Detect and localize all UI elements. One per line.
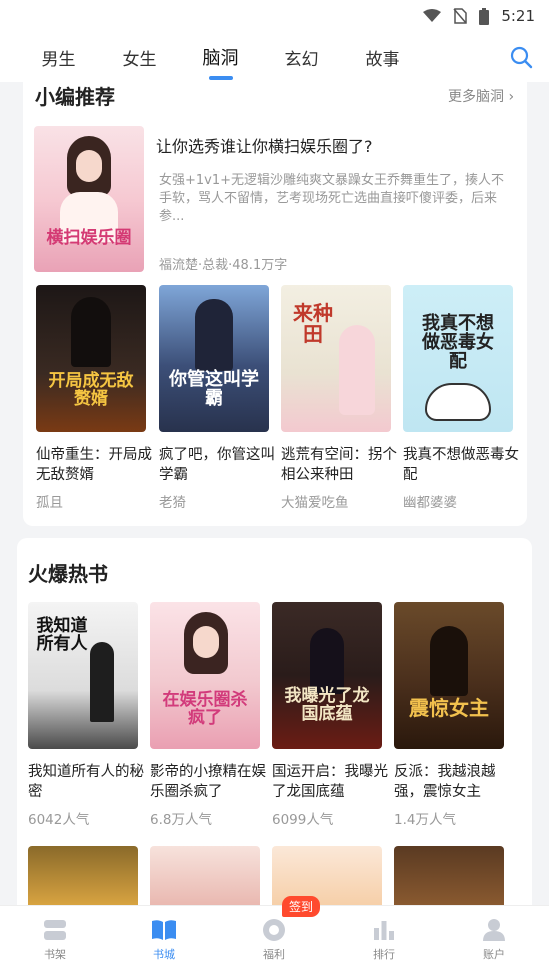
- nav-label: 书架: [44, 948, 66, 961]
- sign-in-badge[interactable]: 签到: [282, 896, 321, 917]
- featured-book-cover[interactable]: 横扫娱乐圈: [34, 126, 144, 272]
- coin-icon: [263, 919, 285, 941]
- book-popularity: 6042人气: [28, 812, 90, 828]
- book-cover[interactable]: [394, 846, 504, 906]
- book-author: 幽都婆婆: [403, 495, 457, 511]
- book-title[interactable]: 逃荒有空间：拐个相公来种田: [281, 445, 399, 485]
- nav-account[interactable]: 账户: [464, 918, 524, 962]
- nav-bookstore[interactable]: 书城: [134, 918, 194, 962]
- book-cover[interactable]: 来种田: [281, 285, 391, 432]
- cover-text: 在娱乐圈杀疯了: [162, 690, 248, 728]
- cover-text: 震惊女主: [409, 696, 489, 720]
- tab-female[interactable]: 女生: [99, 45, 180, 70]
- book-popularity: 6.8万人气: [150, 812, 212, 828]
- book-cover[interactable]: 你管这叫学霸: [159, 285, 269, 432]
- book-cover[interactable]: 我曝光了龙国底蕴: [272, 602, 382, 749]
- cover-text: 我知道所有人: [36, 616, 88, 654]
- book-title[interactable]: 国运开启：我曝光了龙国底蕴: [272, 762, 390, 802]
- nav-label: 账户: [483, 948, 505, 961]
- book-title[interactable]: 我知道所有人的秘密: [28, 762, 146, 802]
- book-title[interactable]: 我真不想做恶毒女配: [403, 445, 521, 485]
- chevron-right-icon: ›: [508, 89, 515, 105]
- user-icon: [483, 919, 505, 941]
- nav-label: 书城: [153, 948, 175, 961]
- more-link-label: 更多脑洞: [448, 89, 504, 105]
- book-title[interactable]: 反派：我越浪越强，震惊女主: [394, 762, 512, 802]
- book-title[interactable]: 影帝的小撩精在娱乐圈杀疯了: [150, 762, 268, 802]
- book-title[interactable]: 疯了吧，你管这叫学霸: [159, 445, 277, 485]
- tab-male[interactable]: 男生: [18, 45, 99, 70]
- featured-book-title[interactable]: 让你选秀谁让你横扫娱乐圈了?: [156, 133, 373, 157]
- book-title[interactable]: 仙帝重生：开局成无敌赘婿: [36, 445, 154, 485]
- status-bar: 5:21: [0, 0, 549, 32]
- bottom-navigation: 书架 书城 福利 排行 账户: [0, 905, 549, 976]
- book-cover[interactable]: 我真不想做恶毒女配: [403, 285, 513, 432]
- search-icon[interactable]: [509, 45, 533, 69]
- book-cover[interactable]: [28, 846, 138, 906]
- book-author: 孤且: [36, 495, 63, 511]
- cover-text: 开局成无敌赘婿: [48, 371, 134, 409]
- tab-story[interactable]: 故事: [342, 45, 423, 70]
- section-title-editor-pick: 小编推荐: [35, 85, 115, 109]
- cover-text: 我曝光了龙国底蕴: [284, 686, 370, 724]
- book-popularity: 1.4万人气: [394, 812, 456, 828]
- nav-ranking[interactable]: 排行: [354, 918, 414, 962]
- no-sim-icon: [453, 8, 468, 24]
- bookshelf-icon: [44, 920, 66, 940]
- book-cover[interactable]: [150, 846, 260, 906]
- category-tabs: 男生 女生 脑洞 玄幻 故事: [0, 32, 549, 82]
- book-cover[interactable]: 在娱乐圈杀疯了: [150, 602, 260, 749]
- book-popularity: 6099人气: [272, 812, 334, 828]
- tab-brainhole[interactable]: 脑洞: [180, 44, 261, 70]
- wifi-icon: [423, 9, 442, 22]
- nav-bookshelf[interactable]: 书架: [25, 918, 85, 962]
- book-author: 大猫爱吃鱼: [281, 495, 349, 511]
- nav-label: 排行: [373, 948, 395, 961]
- featured-cover-text: 横扫娱乐圈: [46, 228, 132, 248]
- open-book-icon: [152, 920, 176, 940]
- featured-book-desc: 女强+1v1+无逻辑沙雕纯爽文暴躁女王乔舞重生了，揍人不手软，骂人不留情，艺考现…: [159, 173, 505, 224]
- cover-text: 我真不想做恶毒女配: [422, 313, 494, 372]
- cover-text: 你管这叫学霸: [169, 369, 259, 409]
- section-title-hot-books: 火爆热书: [28, 562, 108, 586]
- book-author: 老猗: [159, 495, 186, 511]
- book-cover[interactable]: 开局成无敌赘婿: [36, 285, 146, 432]
- nav-welfare[interactable]: 福利: [244, 918, 304, 962]
- more-brainhole-link[interactable]: 更多脑洞 ›: [448, 86, 514, 106]
- nav-label: 福利: [263, 948, 285, 961]
- featured-book-meta: 福流楚·总裁·48.1万字: [159, 258, 288, 273]
- cover-text: 来种田: [293, 301, 333, 346]
- book-cover[interactable]: 震惊女主: [394, 602, 504, 749]
- tab-fantasy[interactable]: 玄幻: [261, 45, 342, 70]
- bar-chart-icon: [374, 921, 394, 940]
- status-time: 5:21: [501, 7, 535, 25]
- battery-icon: [479, 7, 490, 25]
- book-cover[interactable]: 我知道所有人: [28, 602, 138, 749]
